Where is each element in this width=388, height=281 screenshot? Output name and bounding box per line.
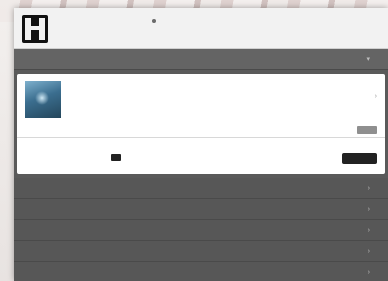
day-row[interactable]: › (14, 241, 388, 262)
chevron-right-icon: › (367, 227, 370, 234)
chevron-down-icon: ▾ (366, 56, 370, 63)
chevron-right-icon: › (367, 185, 370, 192)
day-row[interactable]: › (14, 220, 388, 241)
poster-highlight (35, 91, 49, 105)
show-card[interactable]: › (17, 74, 385, 174)
ticket-quantity-box[interactable] (111, 154, 121, 161)
ticketing-app: ▾ › › › › › › (14, 8, 388, 281)
logo-mark-icon (25, 18, 45, 40)
poster-image (25, 81, 61, 118)
chevron-right-icon: › (367, 269, 370, 276)
chevron-right-icon[interactable]: › (375, 93, 377, 100)
buy-button[interactable] (342, 153, 377, 164)
day-row[interactable]: › (14, 199, 388, 220)
chevron-right-icon: › (367, 248, 370, 255)
logo (22, 15, 48, 43)
chevron-right-icon: › (367, 206, 370, 213)
day-row[interactable]: › (14, 178, 388, 199)
day-row-selected[interactable]: ▾ (14, 49, 388, 70)
day-row[interactable]: › (14, 262, 388, 281)
header (14, 8, 388, 49)
pin-icon (152, 19, 156, 23)
card-divider (17, 137, 385, 138)
details-button[interactable] (357, 126, 377, 134)
